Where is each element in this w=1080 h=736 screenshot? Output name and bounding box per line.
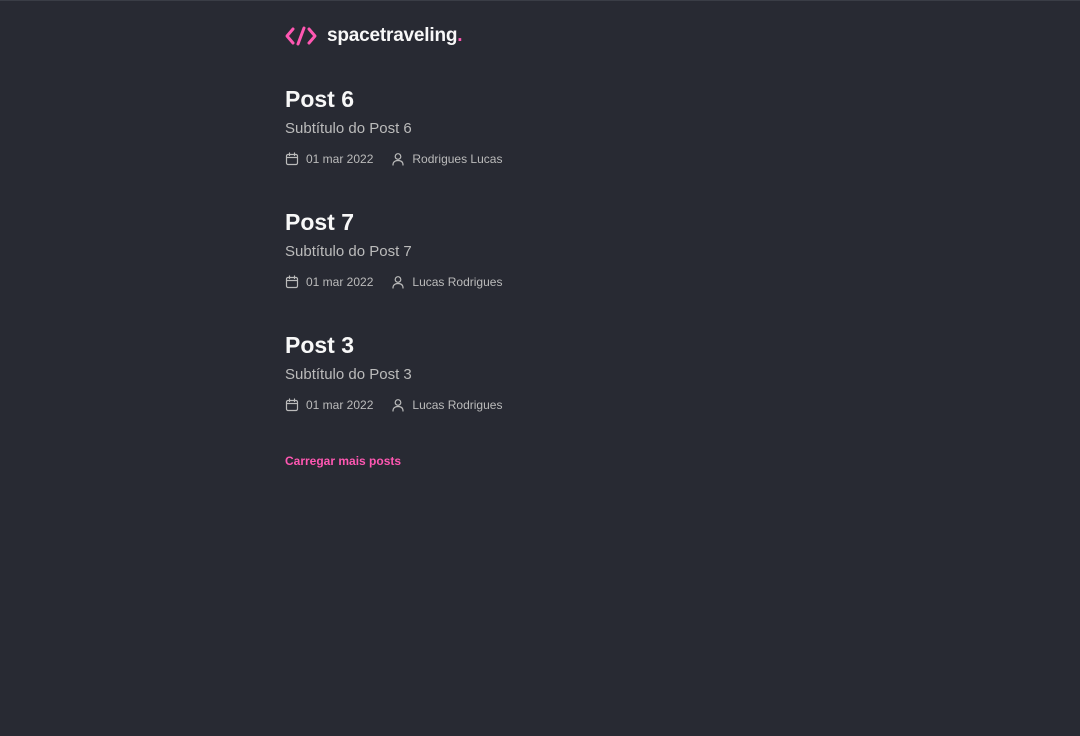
calendar-icon xyxy=(285,275,299,289)
post-meta: 01 mar 2022 Lucas Rodrigues xyxy=(285,397,795,413)
post-author-text: Rodrigues Lucas xyxy=(412,152,503,166)
post-subtitle: Subtítulo do Post 3 xyxy=(285,366,412,383)
post-item[interactable]: Post 7 Subtítulo do Post 7 01 mar 2022 L… xyxy=(285,208,795,290)
post-meta: 01 mar 2022 Lucas Rodrigues xyxy=(285,274,795,290)
post-date-text: 01 mar 2022 xyxy=(306,152,374,166)
calendar-icon xyxy=(285,398,299,412)
load-more-button[interactable]: Carregar mais posts xyxy=(285,454,401,468)
user-icon xyxy=(392,276,404,289)
post-author: Rodrigues Lucas xyxy=(391,152,502,166)
user-icon xyxy=(392,399,404,412)
calendar-icon xyxy=(285,152,299,166)
user-icon xyxy=(392,153,404,166)
logo-dot: . xyxy=(457,25,463,46)
post-date-text: 01 mar 2022 xyxy=(306,275,374,289)
post-title: Post 6 xyxy=(285,86,355,112)
logo-text: spacetraveling xyxy=(327,25,458,46)
post-title: Post 3 xyxy=(285,332,355,358)
post-author-text: Lucas Rodrigues xyxy=(412,398,503,412)
post-author: Lucas Rodrigues xyxy=(391,398,502,412)
code-icon xyxy=(285,26,317,46)
post-date: 01 mar 2022 xyxy=(285,152,373,166)
post-date: 01 mar 2022 xyxy=(285,275,373,289)
post-item[interactable]: Post 6 Subtítulo do Post 6 01 mar 2022 R… xyxy=(285,85,795,167)
post-author-text: Lucas Rodrigues xyxy=(412,275,503,289)
post-subtitle: Subtítulo do Post 7 xyxy=(285,243,412,260)
post-author: Lucas Rodrigues xyxy=(391,275,502,289)
top-border xyxy=(0,0,1080,1)
post-date-text: 01 mar 2022 xyxy=(306,398,374,412)
post-title: Post 7 xyxy=(285,209,355,235)
post-meta: 01 mar 2022 Rodrigues Lucas xyxy=(285,151,795,167)
post-date: 01 mar 2022 xyxy=(285,398,373,412)
post-subtitle: Subtítulo do Post 6 xyxy=(285,120,412,137)
header: spacetraveling. xyxy=(285,24,463,48)
post-item[interactable]: Post 3 Subtítulo do Post 3 01 mar 2022 L… xyxy=(285,331,795,413)
logo-link[interactable]: spacetraveling. xyxy=(285,25,463,47)
